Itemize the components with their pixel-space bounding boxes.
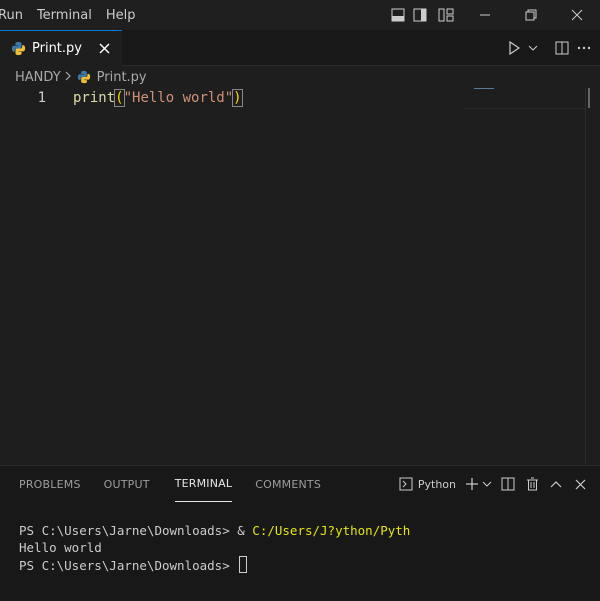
menu-bar: Run Terminal Help — [0, 8, 150, 23]
terminal-profile-label[interactable]: Python — [418, 478, 456, 491]
split-editor-icon[interactable] — [554, 40, 570, 56]
editor-actions — [506, 30, 592, 65]
tab-problems[interactable]: PROBLEMS — [19, 466, 81, 502]
code-string-token: "Hello world" — [123, 90, 234, 106]
close-icon[interactable] — [96, 40, 112, 56]
editor-scrollbar[interactable] — [585, 88, 600, 464]
restore-icon[interactable] — [508, 0, 554, 30]
chevron-up-icon[interactable] — [548, 476, 564, 492]
terminal-command: C:/Users/J?ython/Pyth — [252, 523, 411, 538]
run-icon[interactable] — [506, 40, 522, 56]
window-controls — [390, 0, 600, 30]
tab-label: Print.py — [32, 41, 82, 56]
tab-terminal[interactable]: TERMINAL — [174, 466, 233, 502]
menu-help[interactable]: Help — [106, 8, 136, 23]
breadcrumb: HANDY Print.py — [0, 66, 600, 88]
panel-actions: Python — [398, 466, 588, 502]
bottom-panel: PROBLEMS OUTPUT TERMINAL COMMENTS Python… — [0, 465, 600, 601]
breadcrumb-file[interactable]: Print.py — [97, 70, 147, 85]
menu-run[interactable]: Run — [0, 8, 23, 23]
tab-print-py[interactable]: Print.py — [0, 30, 122, 66]
minimize-icon[interactable] — [462, 0, 508, 30]
toggle-secondary-sidebar-icon[interactable] — [412, 7, 428, 23]
python-icon — [10, 41, 26, 57]
breadcrumb-folder[interactable]: HANDY — [15, 70, 61, 85]
tab-output[interactable]: OUTPUT — [104, 466, 150, 502]
close-window-icon[interactable] — [554, 0, 600, 30]
toggle-panel-icon[interactable] — [390, 7, 406, 23]
tab-comments[interactable]: COMMENTS — [255, 466, 321, 502]
terminal-prompt: PS C:\Users\Jarne\Downloads> — [19, 558, 238, 573]
current-line-highlight — [465, 88, 585, 109]
editor-tab-bar: Print.py — [0, 30, 600, 66]
code-line[interactable]: print("Hello world") — [73, 88, 243, 108]
chevron-right-icon — [65, 70, 72, 85]
trash-icon[interactable] — [524, 476, 540, 492]
terminal-prompt: PS C:\Users\Jarne\Downloads> & — [19, 523, 253, 538]
terminal-output[interactable]: PS C:\Users\Jarne\Downloads> & C:/Users/… — [19, 522, 589, 574]
split-terminal-icon[interactable] — [500, 476, 516, 492]
chevron-down-icon[interactable] — [528, 40, 538, 56]
more-actions-icon[interactable] — [576, 40, 592, 56]
plus-icon[interactable] — [464, 476, 480, 492]
code-close-paren-token: ) — [232, 89, 243, 107]
minimap[interactable] — [474, 88, 494, 89]
line-number: 1 — [37, 90, 46, 106]
terminal-cursor — [239, 556, 248, 573]
close-panel-icon[interactable] — [572, 476, 588, 492]
title-bar: Run Terminal Help — [0, 0, 600, 30]
chevron-down-icon[interactable] — [482, 476, 492, 492]
code-editor[interactable]: 1 print("Hello world") — [0, 88, 600, 464]
menu-terminal[interactable]: Terminal — [37, 8, 92, 23]
customize-layout-icon[interactable] — [438, 7, 454, 23]
terminal-line: PS C:\Users\Jarne\Downloads> — [19, 556, 589, 574]
scroll-position-marker — [588, 88, 598, 108]
code-function-token: print — [73, 90, 116, 106]
terminal-line: PS C:\Users\Jarne\Downloads> & C:/Users/… — [19, 522, 589, 539]
terminal-icon — [398, 476, 414, 492]
python-icon — [76, 69, 92, 85]
terminal-line: Hello world — [19, 540, 102, 555]
code-open-paren-token: ( — [114, 89, 125, 107]
